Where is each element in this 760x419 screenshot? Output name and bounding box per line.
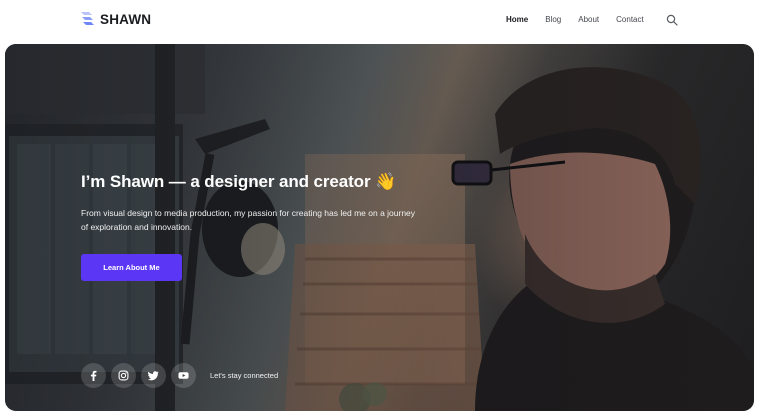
nav-item-about[interactable]: About xyxy=(578,15,599,24)
facebook-link[interactable] xyxy=(81,363,106,388)
instagram-icon xyxy=(118,370,129,381)
hero-section: I’m Shawn — a designer and creator 👋 Fro… xyxy=(5,44,754,411)
main-nav: Home Blog About Contact xyxy=(506,15,661,24)
nav-item-blog[interactable]: Blog xyxy=(545,15,561,24)
twitter-icon xyxy=(148,371,159,381)
hero-description: From visual design to media production, … xyxy=(81,208,416,232)
search-icon[interactable] xyxy=(666,14,678,26)
nav-item-home[interactable]: Home xyxy=(506,15,528,24)
learn-about-me-button[interactable]: Learn About Me xyxy=(81,254,182,281)
nav-item-contact[interactable]: Contact xyxy=(616,15,644,24)
hero-title: I’m Shawn — a designer and creator 👋 xyxy=(81,172,397,191)
facebook-icon xyxy=(90,370,97,381)
brand-logo[interactable]: SHAWN xyxy=(80,11,151,27)
logo-icon xyxy=(81,12,94,25)
twitter-link[interactable] xyxy=(141,363,166,388)
site-header: SHAWN Home Blog About Contact xyxy=(0,0,760,42)
brand-name: SHAWN xyxy=(100,11,152,27)
social-links: Let's stay connected xyxy=(81,363,278,388)
youtube-link[interactable] xyxy=(171,363,196,388)
youtube-icon xyxy=(178,372,189,379)
social-label: Let's stay connected xyxy=(210,371,279,380)
instagram-link[interactable] xyxy=(111,363,136,388)
